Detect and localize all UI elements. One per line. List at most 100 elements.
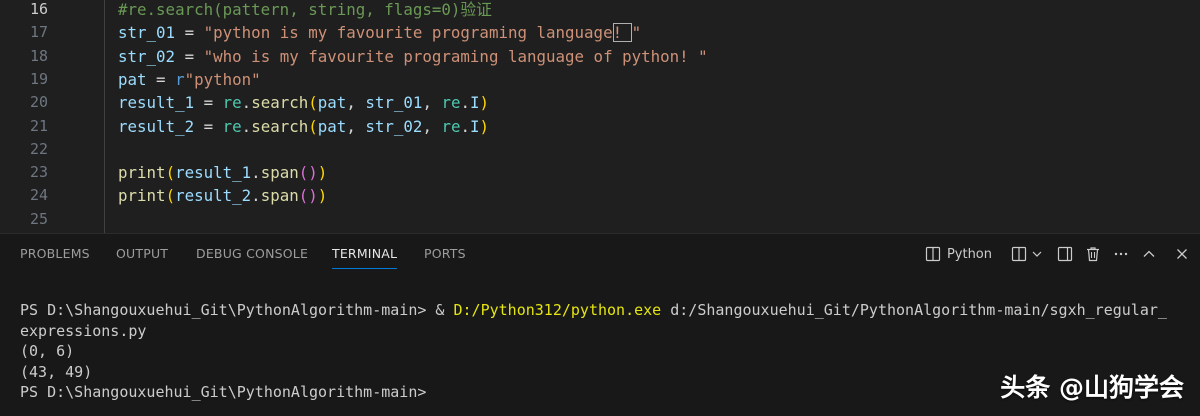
code-token: " [631,23,642,43]
code-token: ( [165,186,176,206]
code-token: "python is my favourite programing langu… [203,23,613,43]
tab-output[interactable]: OUTPUT [116,246,168,261]
code-token: re [222,93,242,113]
terminal-line: (0, 6) [20,342,75,360]
terminal-line: (43, 49) [20,362,93,381]
code-token: result_1 [175,163,252,183]
terminal-split-icon [925,246,941,262]
line-number: 24 [29,186,48,205]
code-line[interactable]: 22 [0,138,1200,161]
code-token: span [260,186,299,206]
code-line[interactable]: 17 str_01 = "python is my favourite progr… [0,21,1200,44]
terminal-dropdown-button[interactable] [1030,242,1044,266]
tab-terminal[interactable]: TERMINAL [332,246,397,261]
terminal-line: expressions.py [20,321,147,340]
code-line[interactable]: 16 #re.search(pattern, string, flags=0)验证 [0,0,1200,21]
code-line[interactable]: 20 result_1 = re.search(pat, str_01, re.I… [0,91,1200,114]
code-token: #re.search(pattern, string, flags=0)验证 [118,0,492,19]
code-token: result_2 [118,116,195,136]
kill-terminal-button[interactable] [1078,242,1108,266]
line-number: 23 [29,163,48,182]
code-text: str_01 = "python is my favourite program… [118,21,641,44]
code-line[interactable]: 18 str_02 = "who is my favourite programi… [0,45,1200,68]
active-tab-indicator [332,268,397,269]
code-token: search [251,93,309,113]
split-terminal-button[interactable] [1008,242,1030,266]
more-actions-button[interactable] [1108,242,1134,266]
split-icon [1011,246,1027,262]
line-number: 22 [29,139,48,158]
code-token: = [146,69,176,89]
code-token: span [260,163,299,183]
cursor-highlight: ! [612,23,632,43]
code-token: ) [479,93,490,113]
code-line[interactable]: 25 [0,208,1200,231]
chevron-down-icon [1031,248,1043,260]
terminal-argument: d:/Shangouxuehui_Git/PythonAlgorithm-mai… [661,301,1167,319]
code-token: () [298,163,318,183]
code-line[interactable]: 21 result_2 = re.search(pat, str_02, re.I… [0,115,1200,138]
code-line[interactable]: 24 print(result_2.span()) [0,184,1200,207]
close-icon [1175,247,1189,261]
code-token: str_01 [365,93,423,113]
panel-tabs: PROBLEMS OUTPUT DEBUG CONSOLE TERMINAL P… [0,234,900,274]
terminal-selector[interactable]: Python [921,242,996,266]
code-token: ( [308,93,318,113]
code-token: re [222,116,242,136]
code-token: . [241,116,252,136]
tab-ports[interactable]: PORTS [424,246,466,261]
code-token: r [175,69,185,89]
tab-problems[interactable]: PROBLEMS [20,246,90,261]
code-token: I [470,93,480,113]
code-text: print(result_1.span()) [118,161,327,184]
code-text: #re.search(pattern, string, flags=0)验证 [118,0,492,21]
code-token: print [118,163,166,183]
terminal-output[interactable]: PS D:\Shangouxuehui_Git\PythonAlgorithm-… [20,300,1167,403]
line-number: 17 [29,23,48,42]
code-token: = [194,116,223,136]
line-number: 20 [29,93,48,112]
code-line[interactable]: 19 pat = r"python" [0,68,1200,91]
tab-debug-console[interactable]: DEBUG CONSOLE [196,246,308,261]
terminal-prompt: PS D:\Shangouxuehui_Git\PythonAlgorithm-… [20,383,427,401]
panel-actions: Python [921,240,1200,268]
code-token: = [175,23,204,43]
code-token: ( [165,163,176,183]
code-token: str_02 [118,46,176,66]
code-token: , [346,116,366,136]
code-token: pat [317,116,347,136]
code-token: result_2 [175,186,252,206]
code-editor[interactable]: 16 #re.search(pattern, string, flags=0)验证… [0,0,1200,233]
line-number: 21 [29,116,48,135]
line-number: 19 [29,69,48,88]
code-token: , [346,93,366,113]
code-token: () [298,186,318,206]
code-text: result_1 = re.search(pat, str_01, re.I) [118,91,489,114]
trash-icon [1085,246,1101,262]
code-token: str_02 [365,116,423,136]
code-token: re [441,93,461,113]
code-text: print(result_2.span()) [118,184,327,207]
line-number: 25 [29,209,48,228]
close-panel-button[interactable] [1164,242,1200,266]
terminal-command: D:/Python312/python.exe [453,301,662,319]
maximize-panel-button[interactable] [1134,242,1164,266]
code-token: , [422,116,442,136]
line-number: 18 [29,46,48,65]
code-token: . [251,163,261,183]
layout-sidebar-icon [1057,246,1073,262]
code-token: "python" [184,69,261,89]
code-token: . [241,93,252,113]
code-token: . [460,93,471,113]
watermark-text: 头条 @山狗学会 [1000,373,1184,402]
code-token: . [460,116,471,136]
code-token: re [441,116,461,136]
terminal-name: Python [946,246,992,262]
code-token: pat [317,93,347,113]
code-text: result_2 = re.search(pat, str_02, re.I) [118,115,489,138]
code-token: , [422,93,442,113]
code-token: = [175,46,204,66]
code-token: result_1 [118,93,195,113]
toggle-sidebar-button[interactable] [1052,242,1078,266]
code-line[interactable]: 23 print(result_1.span()) [0,161,1200,184]
